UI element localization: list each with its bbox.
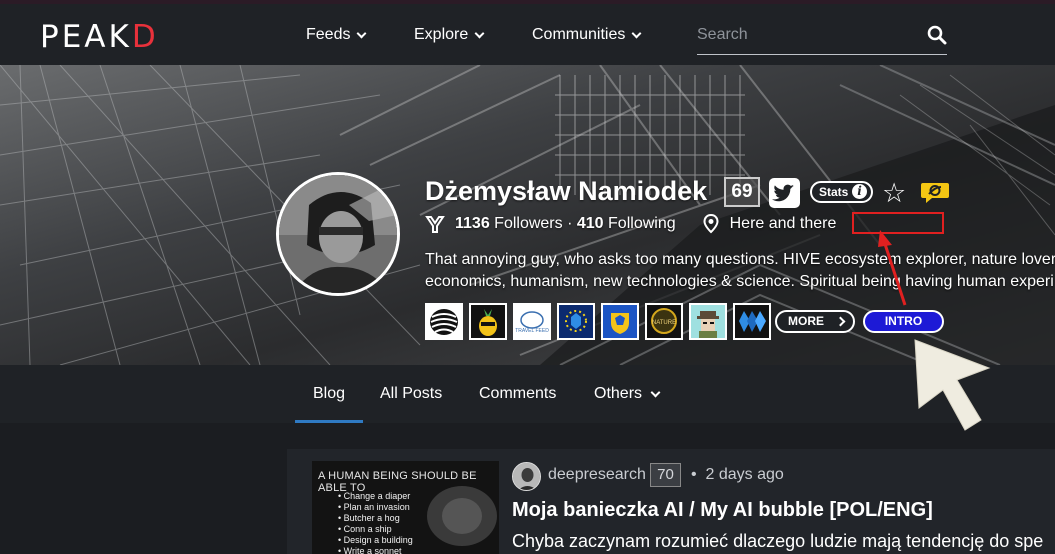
peakd-profile-page: PEAKD Feeds Explore Communities Search D… <box>0 0 1055 554</box>
mouse-pointer-icon <box>914 339 991 431</box>
annotation-red-arrow <box>878 230 907 306</box>
